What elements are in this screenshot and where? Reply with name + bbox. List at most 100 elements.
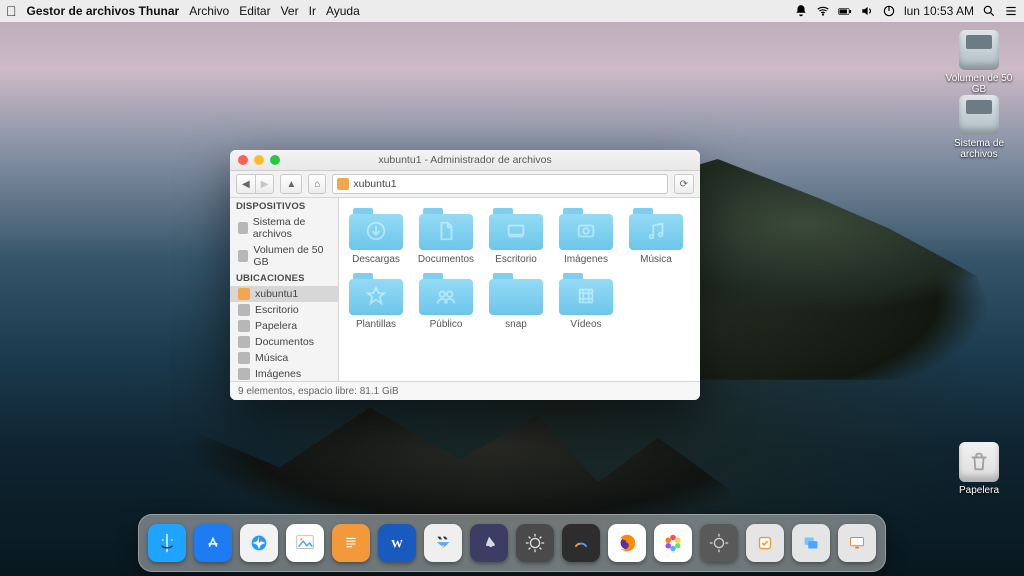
sidebar-item-label: xubuntu1 <box>255 288 298 300</box>
dock-settings1[interactable] <box>516 524 554 562</box>
dock-inkscape[interactable] <box>470 524 508 562</box>
desktop-icon-label: Sistema de archivos <box>944 138 1014 160</box>
desktop-icon-label: Volumen de 50 GB <box>944 73 1014 95</box>
notifications-icon[interactable] <box>794 4 808 18</box>
clock[interactable]: lun 10:53 AM <box>904 4 974 18</box>
menu-archivo[interactable]: Archivo <box>189 4 229 18</box>
folder-icon <box>559 208 613 250</box>
sidebar-item-label: Papelera <box>255 320 297 332</box>
folder-icon <box>349 208 403 250</box>
sidebar-item[interactable]: Sistema de archivos <box>230 214 338 242</box>
dock-imovie[interactable] <box>424 524 462 562</box>
content-area[interactable]: Descargas Documentos Escritorio Imágenes Mús… <box>339 198 700 381</box>
sidebar-item[interactable]: Papelera <box>230 318 338 334</box>
sidebar-item-label: Volumen de 50 GB <box>253 244 330 268</box>
folder-label: Descargas <box>345 254 407 265</box>
apple-menu-icon[interactable]:  <box>6 4 17 18</box>
sidebar-section-header: DISPOSITIVOS <box>230 198 338 214</box>
sidebar-item-label: Documentos <box>255 336 314 348</box>
folder-icon <box>419 273 473 315</box>
folder-label: Imágenes <box>555 254 617 265</box>
generic-icon <box>238 352 250 364</box>
menu-editar[interactable]: Editar <box>239 4 270 18</box>
nav-fwd-button[interactable]: ▶ <box>256 174 275 194</box>
desktop-volume-icon[interactable]: Volumen de 50 GB <box>944 30 1014 95</box>
sidebar-item[interactable]: Música <box>230 350 338 366</box>
dock-finder[interactable] <box>148 524 186 562</box>
nav-home-button[interactable]: ⌂ <box>308 174 326 194</box>
location-bar[interactable]: xubuntu1 <box>332 174 667 194</box>
folder-label: Escritorio <box>485 254 547 265</box>
sidebar-section-header: UBICACIONES <box>230 270 338 286</box>
desktop-icon-label: Papelera <box>944 485 1014 496</box>
menu-icon[interactable] <box>1004 4 1018 18</box>
menu-ayuda[interactable]: Ayuda <box>326 4 360 18</box>
folder-label: Música <box>625 254 687 265</box>
sidebar-item-label: Imágenes <box>255 368 301 380</box>
folder-item[interactable]: Plantillas <box>345 273 407 330</box>
dock-firefox[interactable] <box>608 524 646 562</box>
folder-label: Público <box>415 319 477 330</box>
folder-icon <box>419 208 473 250</box>
sidebar-item[interactable]: Escritorio <box>230 302 338 318</box>
generic-icon <box>238 304 250 316</box>
sidebar-item[interactable]: xubuntu1 <box>230 286 338 302</box>
folder-label: Documentos <box>415 254 477 265</box>
dock-arc[interactable] <box>562 524 600 562</box>
dock-photos[interactable] <box>286 524 324 562</box>
status-bar: 9 elementos, espacio libre: 81.1 GiB <box>230 381 700 400</box>
app-name[interactable]: Gestor de archivos Thunar <box>27 4 180 18</box>
folder-item[interactable]: Público <box>415 273 477 330</box>
home-icon <box>238 288 250 300</box>
sidebar: DISPOSITIVOS Sistema de archivos Volumen d… <box>230 198 339 381</box>
folder-item[interactable]: snap <box>485 273 547 330</box>
generic-icon <box>238 368 250 380</box>
dock-sw[interactable] <box>746 524 784 562</box>
folder-item[interactable]: Escritorio <box>485 208 547 265</box>
sidebar-item[interactable]: Documentos <box>230 334 338 350</box>
folder-label: Plantillas <box>345 319 407 330</box>
nav-back-button[interactable]: ◀ <box>236 174 256 194</box>
menu-ver[interactable]: Ver <box>281 4 299 18</box>
folder-item[interactable]: Imágenes <box>555 208 617 265</box>
sidebar-item[interactable]: Volumen de 50 GB <box>230 242 338 270</box>
home-icon <box>337 178 349 190</box>
drive-icon <box>238 222 248 234</box>
dock: W <box>138 514 886 572</box>
sidebar-item-label: Escritorio <box>255 304 299 316</box>
sidebar-item-label: Música <box>255 352 288 364</box>
dock-color[interactable] <box>654 524 692 562</box>
folder-label: snap <box>485 319 547 330</box>
dock-text[interactable] <box>332 524 370 562</box>
dock-settings2[interactable] <box>700 524 738 562</box>
dock-appstore[interactable] <box>194 524 232 562</box>
search-icon[interactable] <box>982 4 996 18</box>
power-icon[interactable] <box>882 4 896 18</box>
battery-icon[interactable] <box>838 4 852 18</box>
location-text: xubuntu1 <box>353 178 396 190</box>
menubar:  Gestor de archivos Thunar Archivo Edit… <box>0 0 1024 22</box>
titlebar[interactable]: xubuntu1 - Administrador de archivos <box>230 150 700 171</box>
desktop-filesystem-icon[interactable]: Sistema de archivos <box>944 95 1014 160</box>
folder-label: Vídeos <box>555 319 617 330</box>
volume-icon[interactable] <box>860 4 874 18</box>
folder-item[interactable]: Documentos <box>415 208 477 265</box>
dock-display[interactable] <box>838 524 876 562</box>
wifi-icon[interactable] <box>816 4 830 18</box>
dock-word[interactable]: W <box>378 524 416 562</box>
folder-item[interactable]: Descargas <box>345 208 407 265</box>
folder-item[interactable]: Música <box>625 208 687 265</box>
folder-icon <box>489 208 543 250</box>
nav-up-button[interactable]: ▲ <box>280 174 302 194</box>
window-title: xubuntu1 - Administrador de archivos <box>230 154 700 166</box>
drive-icon <box>238 250 248 262</box>
folder-item[interactable]: Vídeos <box>555 273 617 330</box>
desktop-trash-icon[interactable]: Papelera <box>944 442 1014 496</box>
sidebar-item-label: Sistema de archivos <box>253 216 330 240</box>
sidebar-item[interactable]: Imágenes <box>230 366 338 381</box>
dock-safari[interactable] <box>240 524 278 562</box>
reload-button[interactable]: ⟳ <box>674 174 694 194</box>
dock-windows[interactable] <box>792 524 830 562</box>
svg-text:W: W <box>391 537 403 551</box>
menu-ir[interactable]: Ir <box>309 4 316 18</box>
